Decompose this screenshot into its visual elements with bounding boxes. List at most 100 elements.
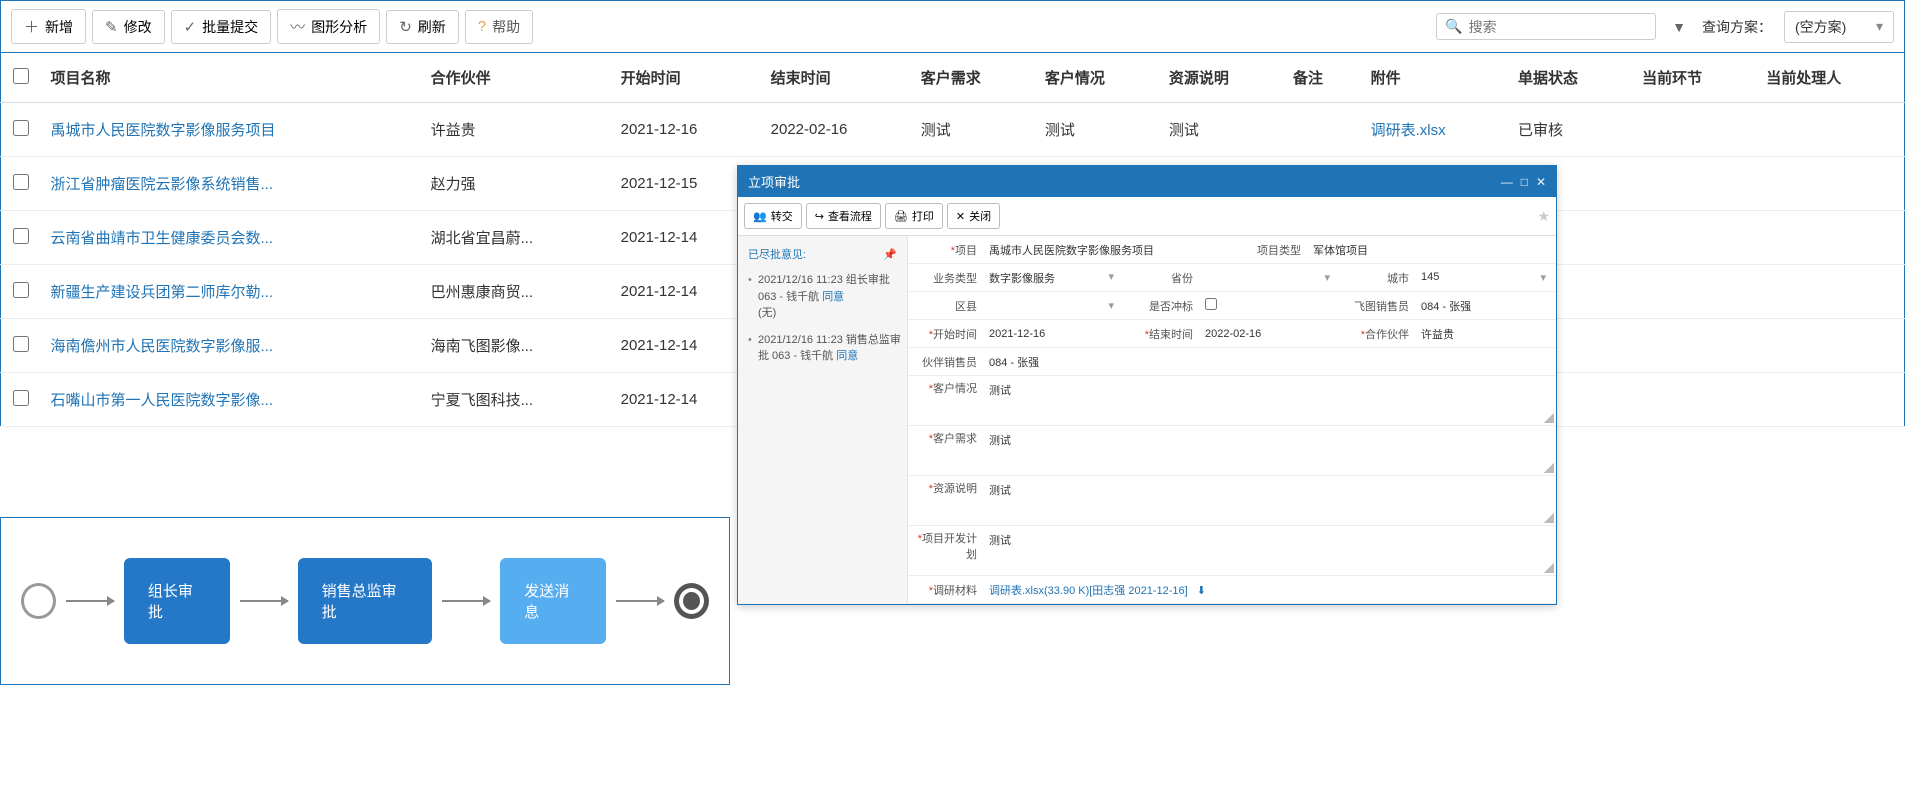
search-input[interactable] (1469, 19, 1650, 35)
field-start-date[interactable]: 2021-12-16 (983, 324, 1124, 344)
favorite-icon[interactable]: ★ (1537, 208, 1550, 225)
cell-handler (1756, 373, 1904, 427)
field-sales[interactable]: 084 - 张强 (1415, 294, 1556, 318)
row-checkbox[interactable] (13, 228, 29, 244)
cell-status: 已审核 (1508, 103, 1632, 157)
flow-arrow (240, 600, 288, 602)
history-item: 2021/12/16 11:23 组长审批 063 - 钱千航 同意(无) (758, 272, 901, 322)
approval-dialog: 立项审批 — □ ✕ 👥转交 ↪查看流程 🖨打印 ✕关闭 ★ 已尽批意见: 📌 … (737, 165, 1557, 605)
flow-arrow (442, 600, 490, 602)
field-partner[interactable]: 许益贵 (1415, 322, 1556, 346)
col-name: 项目名称 (41, 53, 421, 103)
download-icon[interactable]: ⬇ (1197, 585, 1206, 597)
select-all-checkbox[interactable] (13, 68, 29, 84)
cell-step (1632, 319, 1756, 373)
print-button[interactable]: 🖨打印 (885, 203, 943, 229)
filter-icon[interactable]: ▼ (1672, 19, 1686, 35)
search-icon: 🔍 (1445, 18, 1462, 35)
cell-name[interactable]: 浙江省肿瘤医院云影像系统销售... (41, 157, 421, 211)
cell-handler (1756, 103, 1904, 157)
field-district[interactable] (983, 295, 1124, 316)
cell-step (1632, 103, 1756, 157)
field-customer-need[interactable]: 测试 (983, 426, 1556, 475)
field-partner-sales[interactable]: 084 - 张强 (983, 350, 1556, 374)
row-checkbox[interactable] (13, 120, 29, 136)
cell-name[interactable]: 海南儋州市人民医院数字影像服... (41, 319, 421, 373)
print-icon: 🖨 (894, 210, 908, 223)
table-header-row: 项目名称 合作伙伴 开始时间 结束时间 客户需求 客户情况 资源说明 备注 附件… (1, 53, 1905, 103)
cell-cust: 测试 (1035, 103, 1159, 157)
field-resource-desc[interactable]: 测试 (983, 476, 1556, 525)
col-handler: 当前处理人 (1756, 53, 1904, 103)
cell-attachment[interactable]: 调研表.xlsx (1361, 103, 1508, 157)
help-icon: ? (478, 18, 486, 35)
dialog-titlebar[interactable]: 立项审批 — □ ✕ (738, 166, 1556, 197)
cell-name[interactable]: 新疆生产建设兵团第二师库尔勒... (41, 265, 421, 319)
scheme-select[interactable]: (空方案)▾ (1784, 11, 1894, 43)
cell-handler (1756, 319, 1904, 373)
flow-node-leader[interactable]: 组长审批 (124, 558, 230, 644)
cell-partner: 赵力强 (421, 157, 611, 211)
flow-arrow (66, 600, 114, 602)
cell-step (1632, 211, 1756, 265)
cell-end: 2022-02-16 (761, 103, 911, 157)
field-customer-situation[interactable]: 测试 (983, 376, 1556, 425)
attachment-link[interactable]: 调研表.xlsx(33.90 K)[田志强 2021-12-16] (989, 585, 1188, 597)
cell-handler (1756, 157, 1904, 211)
dialog-title: 立项审批 (748, 172, 1493, 191)
search-box[interactable]: 🔍 (1436, 13, 1656, 40)
minimize-icon[interactable]: — (1501, 175, 1513, 189)
workflow-panel: 组长审批 销售总监审批 发送消息 (0, 517, 730, 685)
maximize-icon[interactable]: □ (1521, 175, 1528, 189)
col-partner: 合作伙伴 (421, 53, 611, 103)
scheme-label: 查询方案： (1702, 17, 1772, 37)
dialog-form: *项目禹城市人民医院数字影像服务项目 项目类型军体馆项目 业务类型数字影像服务 … (908, 236, 1556, 604)
chart-analysis-button[interactable]: 〰图形分析 (277, 9, 380, 44)
cell-step (1632, 373, 1756, 427)
refresh-button[interactable]: ↻刷新 (386, 10, 459, 44)
col-start: 开始时间 (611, 53, 761, 103)
close-button[interactable]: ✕关闭 (947, 203, 1000, 229)
field-province[interactable] (1199, 267, 1340, 288)
field-bid-checkbox[interactable] (1199, 294, 1340, 317)
field-project-type[interactable]: 军体馆项目 (1307, 238, 1556, 262)
history-item: 2021/12/16 11:23 销售总监审批 063 - 钱千航 同意 (758, 332, 901, 365)
row-checkbox[interactable] (13, 174, 29, 190)
cell-partner: 海南飞图影像... (421, 319, 611, 373)
field-attachment: 调研表.xlsx(33.90 K)[田志强 2021-12-16] ⬇ (983, 578, 1556, 602)
chevron-down-icon: ▾ (1876, 18, 1883, 35)
flow-start-node (21, 583, 56, 619)
edit-button[interactable]: ✎修改 (92, 10, 165, 44)
col-need: 客户需求 (911, 53, 1035, 103)
table-row[interactable]: 禹城市人民医院数字影像服务项目 许益贵 2021-12-16 2022-02-1… (1, 103, 1905, 157)
row-checkbox[interactable] (13, 336, 29, 352)
cell-partner: 许益贵 (421, 103, 611, 157)
add-button[interactable]: ＋新增 (11, 9, 86, 44)
flow-arrow (616, 600, 664, 602)
col-att: 附件 (1361, 53, 1508, 103)
cell-need: 测试 (911, 103, 1035, 157)
col-remark: 备注 (1283, 53, 1361, 103)
help-button[interactable]: ?帮助 (465, 10, 533, 44)
field-dev-plan[interactable]: 测试 (983, 526, 1556, 575)
batch-submit-button[interactable]: ✓批量提交 (171, 10, 272, 44)
field-end-date[interactable]: 2022-02-16 (1199, 324, 1340, 344)
cell-name[interactable]: 石嘴山市第一人民医院数字影像... (41, 373, 421, 427)
cell-handler (1756, 265, 1904, 319)
check-icon: ✓ (184, 18, 197, 36)
col-status: 单据状态 (1508, 53, 1632, 103)
row-checkbox[interactable] (13, 282, 29, 298)
cell-name[interactable]: 云南省曲靖市卫生健康委员会数... (41, 211, 421, 265)
cell-name[interactable]: 禹城市人民医院数字影像服务项目 (41, 103, 421, 157)
pin-icon[interactable]: 📌 (883, 248, 897, 261)
close-icon[interactable]: ✕ (1536, 175, 1546, 189)
field-city[interactable]: 145 (1415, 267, 1556, 288)
field-business-type[interactable]: 数字影像服务 (983, 266, 1124, 290)
share-icon: ↪ (815, 210, 824, 223)
view-flow-button[interactable]: ↪查看流程 (806, 203, 881, 229)
flow-node-message[interactable]: 发送消息 (500, 558, 606, 644)
row-checkbox[interactable] (13, 390, 29, 406)
flow-node-director[interactable]: 销售总监审批 (298, 558, 433, 644)
field-project[interactable]: 禹城市人民医院数字影像服务项目 (983, 238, 1232, 262)
transfer-button[interactable]: 👥转交 (744, 203, 802, 229)
